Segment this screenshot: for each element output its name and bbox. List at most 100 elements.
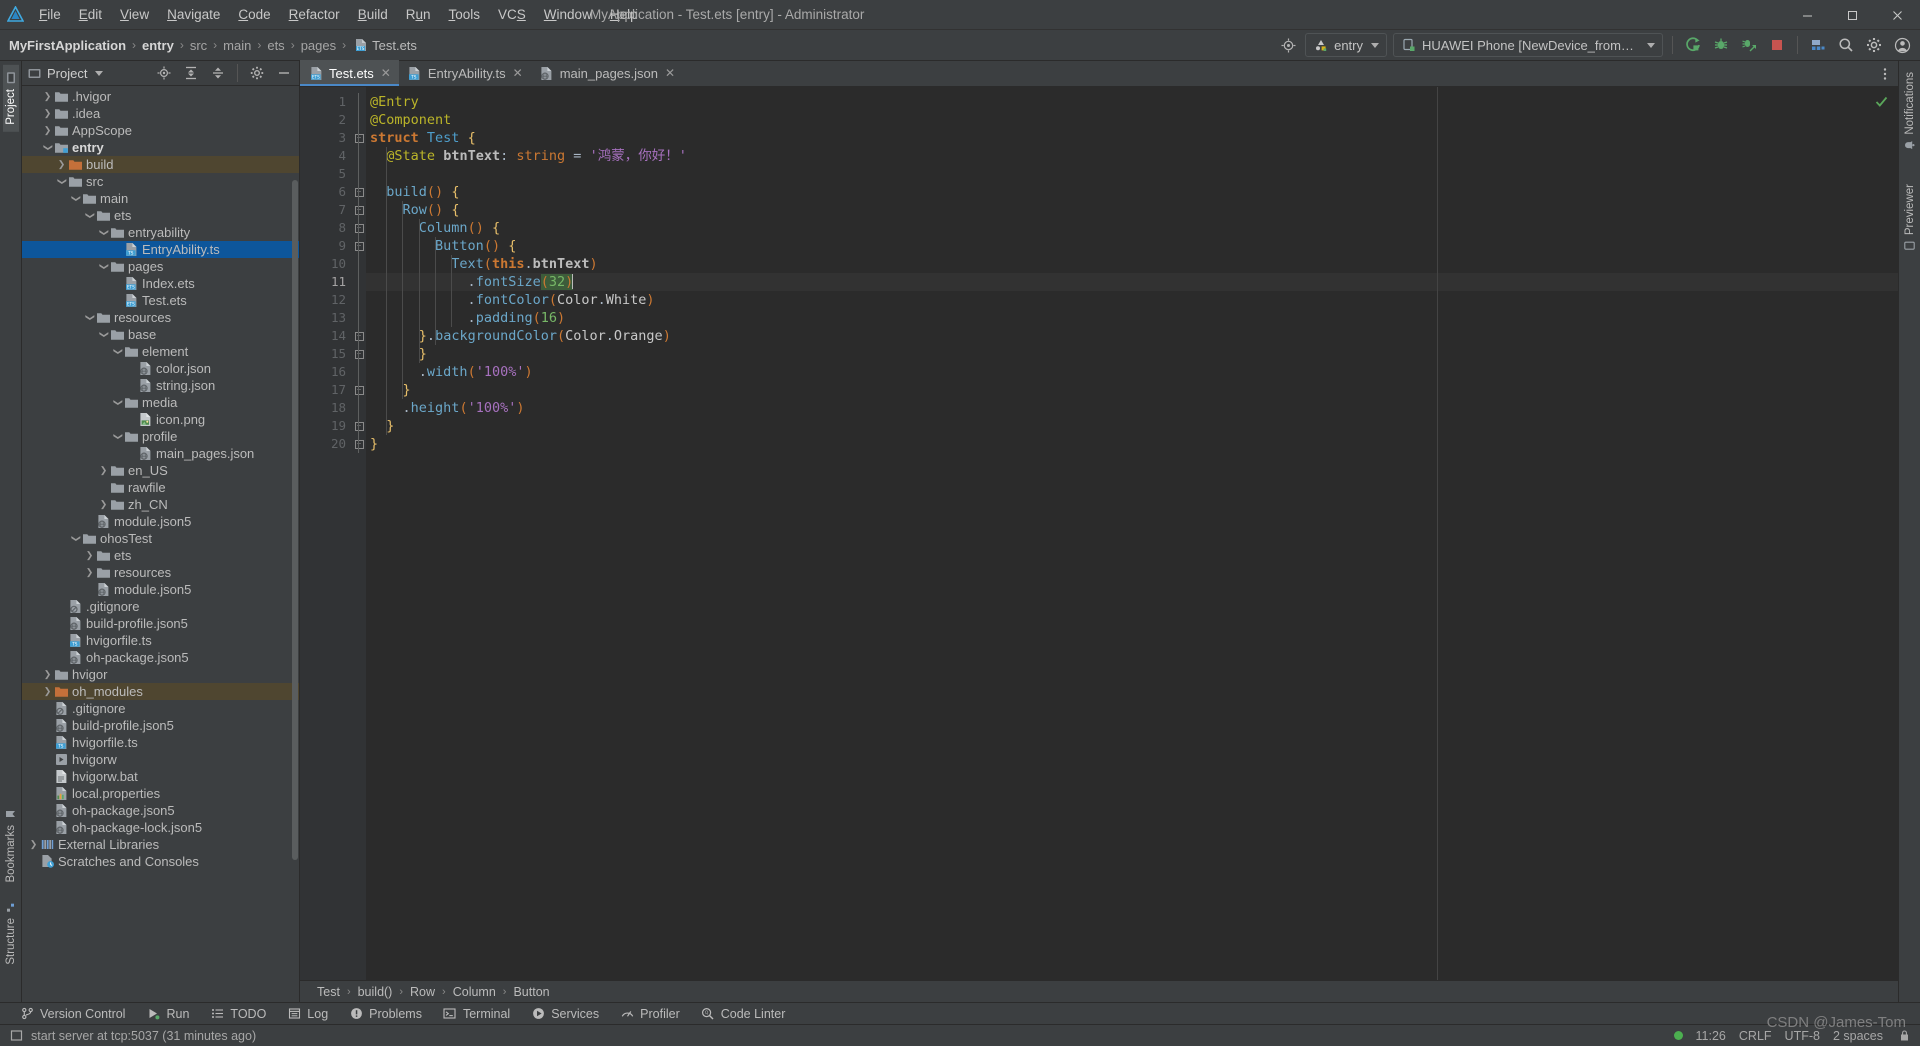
chevron-down-icon[interactable]: ❯ <box>112 428 123 445</box>
debug-icon[interactable] <box>1708 33 1734 57</box>
line-number[interactable]: 15 <box>300 345 352 363</box>
line-number[interactable]: 6 <box>300 183 352 201</box>
chevron-right-icon[interactable]: ❯ <box>42 105 53 122</box>
menu-build[interactable]: Build <box>349 0 397 30</box>
event-log-icon[interactable] <box>8 1028 24 1044</box>
code-line[interactable]: .height('100%') <box>366 399 1898 417</box>
code-line[interactable]: Row() { <box>366 201 1898 219</box>
code-line[interactable]: Column() { <box>366 219 1898 237</box>
fold-toggle-icon[interactable]: − <box>352 129 366 147</box>
tool-window-problems[interactable]: Problems <box>339 1003 431 1025</box>
tree-item-build[interactable]: ❯ build <box>22 156 299 173</box>
tree-item-hvigor[interactable]: ❯ hvigor <box>22 666 299 683</box>
close-icon[interactable] <box>1875 0 1920 30</box>
status-indent[interactable]: 2 spaces <box>1833 1029 1883 1043</box>
tree-item-index-ets[interactable]: ETS Index.ets <box>22 275 299 292</box>
close-icon[interactable]: ✕ <box>381 66 391 80</box>
chevron-down-icon[interactable]: ❯ <box>98 224 109 241</box>
tree-item-en-us[interactable]: ❯ en_US <box>22 462 299 479</box>
account-icon[interactable] <box>1889 33 1915 57</box>
search-icon[interactable] <box>1833 33 1859 57</box>
code-breadcrumb-item[interactable]: Button <box>510 985 552 999</box>
code-line[interactable]: Button() { <box>366 237 1898 255</box>
tree-item-ets[interactable]: ❯ ets <box>22 547 299 564</box>
device-manager-icon[interactable] <box>1805 33 1831 57</box>
editor-tab-entryability-ts[interactable]: TS EntryAbility.ts ✕ <box>399 60 531 86</box>
fold-toggle-icon[interactable]: − <box>352 327 366 345</box>
code-line[interactable]: .width('100%') <box>366 363 1898 381</box>
tree-item-appscope[interactable]: ❯ AppScope <box>22 122 299 139</box>
code-line[interactable]: struct Test { <box>366 129 1898 147</box>
line-number[interactable]: 3 <box>300 129 352 147</box>
tree-item-build-profile-json5[interactable]: build-profile.json5 <box>22 717 299 734</box>
fold-toggle-icon[interactable]: − <box>352 183 366 201</box>
device-selector[interactable]: HUAWEI Phone [NewDevice_from_Huawei_Phon… <box>1393 33 1663 57</box>
tool-window-version-control[interactable]: Version Control <box>10 1003 134 1025</box>
run-icon[interactable] <box>1680 33 1706 57</box>
code-breadcrumb-item[interactable]: build() <box>355 985 396 999</box>
menu-bar[interactable]: FFileile Edit View Navigate Code Refacto… <box>30 0 647 30</box>
code-line[interactable]: }.backgroundColor(Color.Orange) <box>366 327 1898 345</box>
chevron-right-icon[interactable]: ❯ <box>42 122 53 139</box>
code-line[interactable] <box>366 165 1898 183</box>
stop-icon[interactable] <box>1764 33 1790 57</box>
code-line[interactable]: .fontColor(Color.White) <box>366 291 1898 309</box>
code-line[interactable]: @State btnText: string = '鸿蒙，你好！' <box>366 147 1898 165</box>
tree-item-build-profile-json5[interactable]: build-profile.json5 <box>22 615 299 632</box>
tree-item-entryability[interactable]: ❯ entryability <box>22 224 299 241</box>
tree-item-main-pages-json[interactable]: main_pages.json <box>22 445 299 462</box>
chevron-down-icon[interactable]: ❯ <box>112 343 123 360</box>
status-line-separator[interactable]: CRLF <box>1739 1029 1772 1043</box>
fold-toggle-icon[interactable]: − <box>352 201 366 219</box>
run-configuration-selector[interactable]: entry <box>1305 33 1387 57</box>
chevron-down-icon[interactable]: ❯ <box>98 258 109 275</box>
line-number[interactable]: 4 <box>300 147 352 165</box>
chevron-right-icon[interactable]: ❯ <box>28 836 39 853</box>
chevron-down-icon[interactable]: ❯ <box>70 530 81 547</box>
tree-item-scratches-and-consoles[interactable]: Scratches and Consoles <box>22 853 299 870</box>
tree-item-entry[interactable]: ❯ entry <box>22 139 299 156</box>
code-line[interactable]: @Component <box>366 111 1898 129</box>
line-number[interactable]: 19 <box>300 417 352 435</box>
code-line[interactable]: } <box>366 417 1898 435</box>
line-number[interactable]: 2 <box>300 111 352 129</box>
tree-item-entryability-ts[interactable]: TS EntryAbility.ts <box>22 241 299 258</box>
code-editor[interactable]: 1234567891011121314151617181920 −−−−−−−−… <box>300 87 1898 980</box>
tool-window-terminal[interactable]: Terminal <box>433 1003 519 1025</box>
menu-tools[interactable]: Tools <box>440 0 490 30</box>
tree-item-oh-modules[interactable]: ❯ oh_modules <box>22 683 299 700</box>
tree-item-hvigorfile-ts[interactable]: TS hvigorfile.ts <box>22 632 299 649</box>
tree-item-profile[interactable]: ❯ profile <box>22 428 299 445</box>
line-number[interactable]: 13 <box>300 309 352 327</box>
tree-item-gitignore[interactable]: .gitignore <box>22 700 299 717</box>
tree-item-test-ets[interactable]: ETS Test.ets <box>22 292 299 309</box>
lock-icon[interactable] <box>1896 1028 1912 1044</box>
tree-item-oh-package-json5[interactable]: oh-package.json5 <box>22 649 299 666</box>
tree-item-zh-cn[interactable]: ❯ zh_CN <box>22 496 299 513</box>
tree-item-external-libraries[interactable]: ❯ External Libraries <box>22 836 299 853</box>
tree-scrollbar[interactable] <box>291 88 299 1002</box>
line-number[interactable]: 11 <box>300 273 352 291</box>
chevron-down-icon[interactable]: ❯ <box>112 394 123 411</box>
code-line[interactable]: } <box>366 381 1898 399</box>
tree-item-media[interactable]: ❯ media <box>22 394 299 411</box>
fold-toggle-icon[interactable]: − <box>352 237 366 255</box>
breadcrumb-item-file[interactable]: Test.ets <box>369 38 420 53</box>
menu-view[interactable]: View <box>111 0 158 30</box>
code-folding-gutter[interactable]: −−−−−−−−−− <box>352 87 366 980</box>
editor-tab-main-pages-json[interactable]: main_pages.json ✕ <box>531 60 683 86</box>
rail-tab-bookmarks[interactable]: Bookmarks <box>3 802 19 890</box>
tree-item-idea[interactable]: ❯ .idea <box>22 105 299 122</box>
line-number[interactable]: 17 <box>300 381 352 399</box>
chevron-right-icon[interactable]: ❯ <box>84 547 95 564</box>
project-tree[interactable]: ❯ .hvigor ❯ .idea ❯ AppScope ❯ entry ❯ build ❯ src ❯… <box>22 86 299 1002</box>
close-icon[interactable]: ✕ <box>513 66 523 80</box>
chevron-right-icon[interactable]: ❯ <box>42 666 53 683</box>
tool-window-log[interactable]: Log <box>277 1003 337 1025</box>
tree-item-hvigorw[interactable]: hvigorw <box>22 751 299 768</box>
tree-item-module-json5[interactable]: module.json5 <box>22 581 299 598</box>
breadcrumb-item-main[interactable]: main <box>220 38 254 53</box>
tool-window-services[interactable]: Services <box>521 1003 608 1025</box>
tree-item-hvigorw-bat[interactable]: hvigorw.bat <box>22 768 299 785</box>
maximize-icon[interactable] <box>1830 0 1875 30</box>
